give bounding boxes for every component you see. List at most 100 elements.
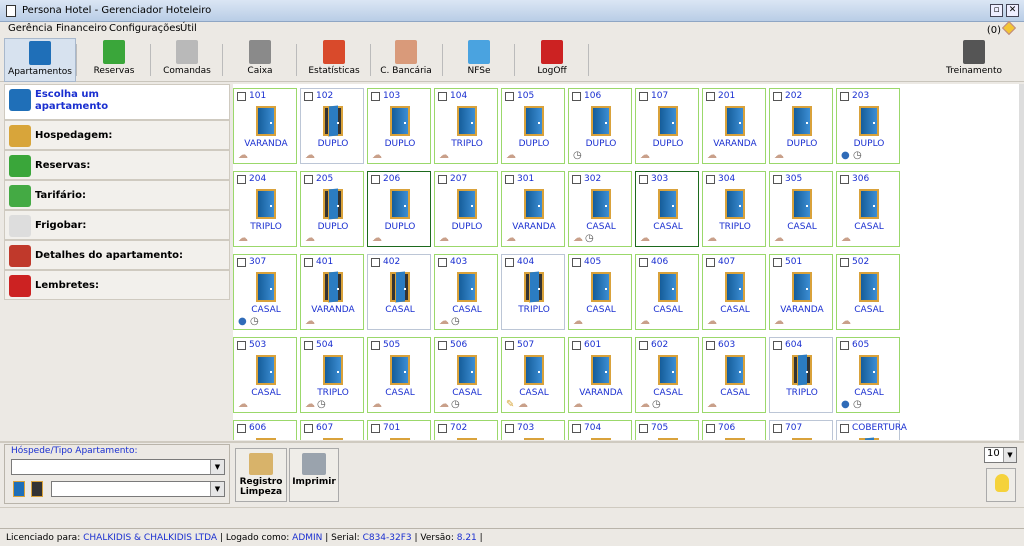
room-tile[interactable]: 106 DUPLO ◷ xyxy=(568,88,632,164)
room-checkbox[interactable] xyxy=(706,175,715,184)
room-checkbox[interactable] xyxy=(572,175,581,184)
room-grid-scrollbar[interactable] xyxy=(1019,84,1024,440)
sidebar-item-reservas[interactable]: Reservas: xyxy=(4,150,230,180)
room-checkbox[interactable] xyxy=(773,258,782,267)
room-checkbox[interactable] xyxy=(505,341,514,350)
room-checkbox[interactable] xyxy=(371,258,380,267)
room-checkbox[interactable] xyxy=(505,424,514,433)
room-checkbox[interactable] xyxy=(304,92,313,101)
room-checkbox[interactable] xyxy=(505,258,514,267)
room-checkbox[interactable] xyxy=(237,424,246,433)
room-tile[interactable]: 403 CASAL ☁ ◷ xyxy=(434,254,498,330)
toolbar-button-logoff[interactable]: LogOff xyxy=(516,38,588,82)
room-tile[interactable]: 702 xyxy=(434,420,498,440)
guest-type-combo[interactable]: ▼ xyxy=(11,459,225,475)
room-tile[interactable]: 107 DUPLO ☁ xyxy=(635,88,699,164)
room-checkbox[interactable] xyxy=(438,424,447,433)
restore-icon[interactable]: ▫ xyxy=(990,4,1003,17)
room-tile[interactable]: 101 VARANDA ☁ xyxy=(233,88,297,164)
room-tile[interactable]: 304 TRIPLO ☁ xyxy=(702,171,766,247)
room-tile[interactable]: 105 DUPLO ☁ xyxy=(501,88,565,164)
room-tile[interactable]: 605 CASAL ● ◷ xyxy=(836,337,900,413)
room-checkbox[interactable] xyxy=(572,258,581,267)
room-checkbox[interactable] xyxy=(505,92,514,101)
sidebar-item-frigobar[interactable]: Frigobar: xyxy=(4,210,230,240)
room-checkbox[interactable] xyxy=(639,175,648,184)
room-tile[interactable]: 204 TRIPLO ☁ xyxy=(233,171,297,247)
room-tile[interactable]: COBERTURA xyxy=(836,420,907,440)
chevron-down-icon[interactable]: ▼ xyxy=(210,482,224,496)
room-tile[interactable]: 704 xyxy=(568,420,632,440)
room-checkbox[interactable] xyxy=(572,341,581,350)
room-checkbox[interactable] xyxy=(371,175,380,184)
page-size-select[interactable]: 10 ▼ xyxy=(984,447,1017,463)
menu-financeiro[interactable]: Financeiro xyxy=(56,23,107,34)
room-checkbox[interactable] xyxy=(438,341,447,350)
room-checkbox[interactable] xyxy=(706,92,715,101)
room-tile[interactable]: 307 CASAL ● ◷ xyxy=(233,254,297,330)
room-checkbox[interactable] xyxy=(371,92,380,101)
door-open-icon[interactable] xyxy=(31,481,43,497)
toolbar-button-nfse[interactable]: NFSe xyxy=(444,38,514,82)
room-tile[interactable]: 202 DUPLO ☁ xyxy=(769,88,833,164)
room-tile[interactable]: 206 DUPLO ☁ xyxy=(367,171,431,247)
room-checkbox[interactable] xyxy=(572,92,581,101)
room-tile[interactable]: 302 CASAL ☁ ◷ xyxy=(568,171,632,247)
room-checkbox[interactable] xyxy=(304,258,313,267)
room-checkbox[interactable] xyxy=(773,175,782,184)
room-tile[interactable]: 606 xyxy=(233,420,297,440)
tip-button[interactable] xyxy=(986,468,1016,502)
room-tile[interactable]: 703 xyxy=(501,420,565,440)
room-tile[interactable]: 104 TRIPLO ☁ xyxy=(434,88,498,164)
room-tile[interactable]: 303 CASAL ☁ xyxy=(635,171,699,247)
menu-util[interactable]: Útil xyxy=(180,23,197,34)
room-checkbox[interactable] xyxy=(438,175,447,184)
room-tile[interactable]: 707 xyxy=(769,420,833,440)
room-tile[interactable]: 401 VARANDA ☁ xyxy=(300,254,364,330)
room-tile[interactable]: 603 CASAL ☁ xyxy=(702,337,766,413)
room-tile[interactable]: 103 DUPLO ☁ xyxy=(367,88,431,164)
room-tile[interactable]: 701 xyxy=(367,420,431,440)
room-checkbox[interactable] xyxy=(304,175,313,184)
room-checkbox[interactable] xyxy=(706,424,715,433)
room-checkbox[interactable] xyxy=(773,424,782,433)
room-tile[interactable]: 601 VARANDA ☁ xyxy=(568,337,632,413)
room-tile[interactable]: 602 CASAL ☁ ◷ xyxy=(635,337,699,413)
sidebar-item-hospedagem[interactable]: Hospedagem: xyxy=(4,120,230,150)
room-checkbox[interactable] xyxy=(639,258,648,267)
room-checkbox[interactable] xyxy=(505,175,514,184)
room-checkbox[interactable] xyxy=(840,92,849,101)
toolbar-button-estat-sticas[interactable]: Estatísticas xyxy=(298,38,370,82)
room-tile[interactable]: 203 DUPLO ● ◷ xyxy=(836,88,900,164)
room-tile[interactable]: 306 CASAL ☁ xyxy=(836,171,900,247)
room-checkbox[interactable] xyxy=(438,92,447,101)
chevron-down-icon[interactable]: ▼ xyxy=(210,460,224,474)
chevron-down-icon[interactable]: ▼ xyxy=(1003,448,1016,462)
room-tile[interactable]: 405 CASAL ☁ xyxy=(568,254,632,330)
room-tile[interactable]: 505 CASAL ☁ xyxy=(367,337,431,413)
room-tile[interactable]: 402 CASAL xyxy=(367,254,431,330)
notification-indicator[interactable]: (0) xyxy=(987,20,1017,36)
room-checkbox[interactable] xyxy=(371,424,380,433)
room-tile[interactable]: 407 CASAL ☁ xyxy=(702,254,766,330)
room-checkbox[interactable] xyxy=(840,424,849,433)
sidebar-item-lembretes[interactable]: Lembretes: xyxy=(4,270,230,300)
toolbar-button-apartamentos[interactable]: Apartamentos xyxy=(4,38,76,82)
sidebar-item-tarif-rio[interactable]: Tarifário: xyxy=(4,180,230,210)
toolbar-button-comandas[interactable]: Comandas xyxy=(152,38,222,82)
room-checkbox[interactable] xyxy=(840,258,849,267)
room-tile[interactable]: 503 CASAL ☁ xyxy=(233,337,297,413)
room-tile[interactable]: 501 VARANDA ☁ xyxy=(769,254,833,330)
room-tile[interactable]: 301 VARANDA ☁ xyxy=(501,171,565,247)
menu-configuracoes[interactable]: Configurações xyxy=(109,23,181,34)
room-tile[interactable]: 502 CASAL ☁ xyxy=(836,254,900,330)
print-button[interactable]: Imprimir xyxy=(289,448,339,502)
room-checkbox[interactable] xyxy=(237,92,246,101)
room-tile[interactable]: 406 CASAL ☁ xyxy=(635,254,699,330)
room-checkbox[interactable] xyxy=(773,92,782,101)
room-filter-combo[interactable]: ▼ xyxy=(51,481,225,497)
room-checkbox[interactable] xyxy=(840,341,849,350)
room-checkbox[interactable] xyxy=(438,258,447,267)
room-checkbox[interactable] xyxy=(304,341,313,350)
room-tile[interactable]: 205 DUPLO ☁ xyxy=(300,171,364,247)
